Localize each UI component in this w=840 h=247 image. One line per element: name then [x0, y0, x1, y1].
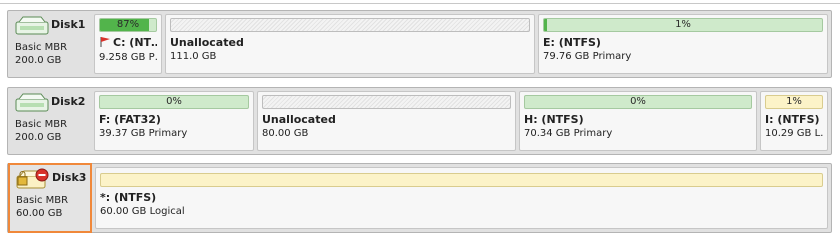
disk-size: 60.00 GB — [16, 208, 63, 219]
usage-percent: 1% — [786, 96, 802, 107]
partition-c[interactable]: 87% C: (NT… 9.258 GB P… — [94, 14, 162, 74]
usage-percent: 0% — [630, 96, 646, 107]
disk-row-3[interactable]: Disk3 Basic MBR 60.00 GB *: (NTFS) 60.00… — [7, 163, 832, 233]
disk-size: 200.0 GB — [15, 55, 62, 66]
partition-label: H: (NTFS) — [524, 113, 584, 126]
disk-name: Disk1 — [51, 17, 86, 31]
disk-row-1[interactable]: Disk1 Basic MBR 200.0 GB 87% C: (NT… 9.2… — [7, 10, 832, 78]
disk-type: Basic MBR — [16, 195, 69, 206]
flag-icon — [99, 36, 111, 50]
top-divider — [0, 3, 840, 4]
disk-size: 200.0 GB — [15, 132, 62, 143]
usage-bar: 1% — [765, 95, 823, 109]
partition-label: E: (NTFS) — [543, 36, 601, 49]
partition-info: 60.00 GB Logical — [100, 206, 185, 217]
unallocated-bar — [262, 95, 511, 109]
partition-info: 79.76 GB Primary — [543, 51, 632, 62]
usage-bar: 1% — [543, 18, 823, 32]
disk-row-2[interactable]: Disk2 Basic MBR 200.0 GB 0% F: (FAT32) 3… — [7, 87, 832, 155]
partition-h[interactable]: 0% H: (NTFS) 70.34 GB Primary — [519, 91, 757, 151]
partition-unallocated-2[interactable]: Unallocated 80.00 GB — [257, 91, 516, 151]
usage-percent: 0% — [166, 96, 182, 107]
disk-name: Disk3 — [52, 170, 87, 184]
disk-info-3-selected[interactable]: Disk3 Basic MBR 60.00 GB — [8, 163, 92, 233]
usage-percent: 87% — [116, 19, 140, 30]
disk-type: Basic MBR — [15, 42, 68, 53]
partition-star[interactable]: *: (NTFS) 60.00 GB Logical — [95, 167, 828, 229]
disk-name: Disk2 — [51, 94, 86, 108]
disk-info-2[interactable]: Disk2 Basic MBR 200.0 GB — [9, 89, 91, 153]
partition-label: I: (NTFS) — [765, 113, 820, 126]
partition-i[interactable]: 1% I: (NTFS) 10.29 GB L… — [760, 91, 828, 151]
disk-type: Basic MBR — [15, 119, 68, 130]
partition-info: 39.37 GB Primary — [99, 128, 188, 139]
partition-label: F: (FAT32) — [99, 113, 161, 126]
usage-bar: 0% — [99, 95, 249, 109]
partition-info: 10.29 GB L… — [765, 128, 823, 139]
disk-info-1[interactable]: Disk1 Basic MBR 200.0 GB — [9, 12, 91, 76]
partition-info: 111.0 GB — [170, 51, 217, 62]
partition-f[interactable]: 0% F: (FAT32) 39.37 GB Primary — [94, 91, 254, 151]
partition-label: Unallocated — [262, 113, 336, 126]
partition-e[interactable]: 1% E: (NTFS) 79.76 GB Primary — [538, 14, 828, 74]
unallocated-bar — [170, 18, 530, 32]
partition-info: 70.34 GB Primary — [524, 128, 613, 139]
partition-info: 80.00 GB — [262, 128, 309, 139]
locked-disk-icon — [16, 168, 50, 193]
usage-percent: 1% — [675, 19, 691, 30]
partition-unallocated-1[interactable]: Unallocated 111.0 GB — [165, 14, 535, 74]
usage-bar: 0% — [524, 95, 752, 109]
hard-disk-icon — [15, 93, 49, 116]
usage-bar: 87% — [99, 18, 157, 32]
usage-fill — [544, 19, 547, 31]
partition-label: *: (NTFS) — [100, 191, 157, 204]
usage-bar — [100, 173, 823, 187]
partition-label: C: (NT… — [113, 36, 157, 49]
hard-disk-icon — [15, 16, 49, 39]
partition-info: 9.258 GB P… — [99, 52, 157, 63]
partition-label: Unallocated — [170, 36, 244, 49]
